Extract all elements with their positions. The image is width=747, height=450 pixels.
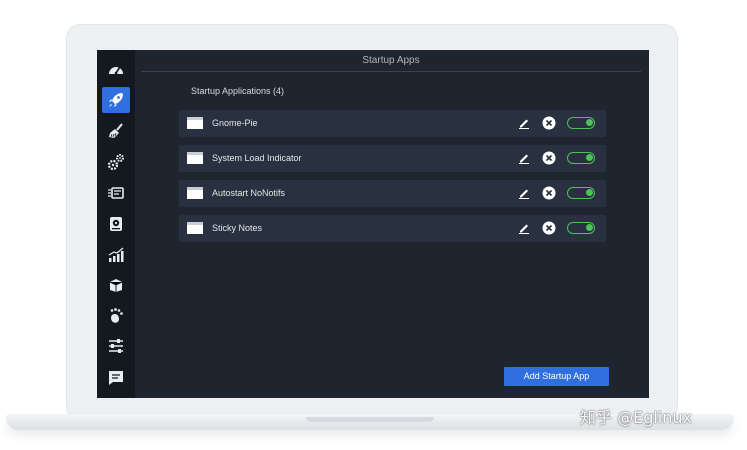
watermark: 知乎 @Eglinux: [580, 408, 692, 427]
gears-icon: [107, 154, 124, 171]
edit-pencil-icon[interactable]: [518, 152, 530, 164]
toggle-knob: [586, 154, 593, 161]
laptop-base-notch: [306, 417, 434, 422]
toggle-knob: [586, 224, 593, 231]
services-icon: [108, 187, 124, 199]
sidebar-item-settings[interactable]: [102, 333, 130, 359]
disk-icon: [110, 217, 122, 231]
dashboard-gauge-icon: [109, 66, 123, 75]
sidebar-item-gnome[interactable]: [102, 303, 130, 329]
sidebar: [97, 50, 135, 398]
app-row: Autostart NoNotifs: [179, 180, 606, 207]
app-name: Gnome-Pie: [212, 118, 258, 128]
section-title: Startup Applications (4): [191, 86, 285, 96]
sidebar-item-resources[interactable]: [102, 242, 130, 268]
settings-sliders-icon: [109, 339, 123, 353]
app-name: System Load Indicator: [212, 153, 302, 163]
feedback-icon: [109, 371, 123, 385]
app-row: Gnome-Pie: [179, 110, 606, 137]
sidebar-item-processes[interactable]: [102, 149, 130, 175]
packages-icon: [109, 279, 123, 292]
resources-chart-icon: [108, 247, 124, 262]
remove-circle-icon[interactable]: [542, 151, 556, 165]
edit-pencil-icon[interactable]: [518, 187, 530, 199]
add-startup-app-button[interactable]: Add Startup App: [504, 367, 609, 386]
sidebar-item-packages[interactable]: [102, 272, 130, 298]
sidebar-item-dashboard[interactable]: [102, 57, 130, 83]
edit-pencil-icon[interactable]: [518, 222, 530, 234]
sidebar-item-feedback[interactable]: [102, 365, 130, 391]
broom-icon: [109, 123, 123, 138]
rocket-icon: [109, 93, 123, 107]
sidebar-item-uninstaller[interactable]: [102, 211, 130, 237]
sidebar-item-services[interactable]: [102, 180, 130, 206]
app-window: Startup Apps Startup Applications (4) Gn…: [97, 50, 649, 398]
app-window-icon: [187, 152, 203, 164]
app-row: System Load Indicator: [179, 145, 606, 172]
toggle-knob: [586, 119, 593, 126]
gnome-foot-icon: [110, 308, 123, 323]
page-title: Startup Apps: [141, 50, 641, 72]
app-window-icon: [187, 117, 203, 129]
app-window-icon: [187, 187, 203, 199]
app-window-icon: [187, 222, 203, 234]
app-name: Sticky Notes: [212, 223, 263, 233]
remove-circle-icon[interactable]: [542, 221, 556, 235]
remove-circle-icon[interactable]: [542, 116, 556, 130]
edit-pencil-icon[interactable]: [518, 117, 530, 129]
sidebar-item-startup[interactable]: [102, 87, 130, 113]
app-row: Sticky Notes: [179, 215, 606, 242]
enable-toggle[interactable]: [567, 117, 595, 129]
enable-toggle[interactable]: [567, 222, 595, 234]
enable-toggle[interactable]: [567, 152, 595, 164]
toggle-knob: [586, 189, 593, 196]
app-name: Autostart NoNotifs: [212, 188, 286, 198]
enable-toggle[interactable]: [567, 187, 595, 199]
sidebar-item-cleaner[interactable]: [102, 118, 130, 144]
remove-circle-icon[interactable]: [542, 186, 556, 200]
